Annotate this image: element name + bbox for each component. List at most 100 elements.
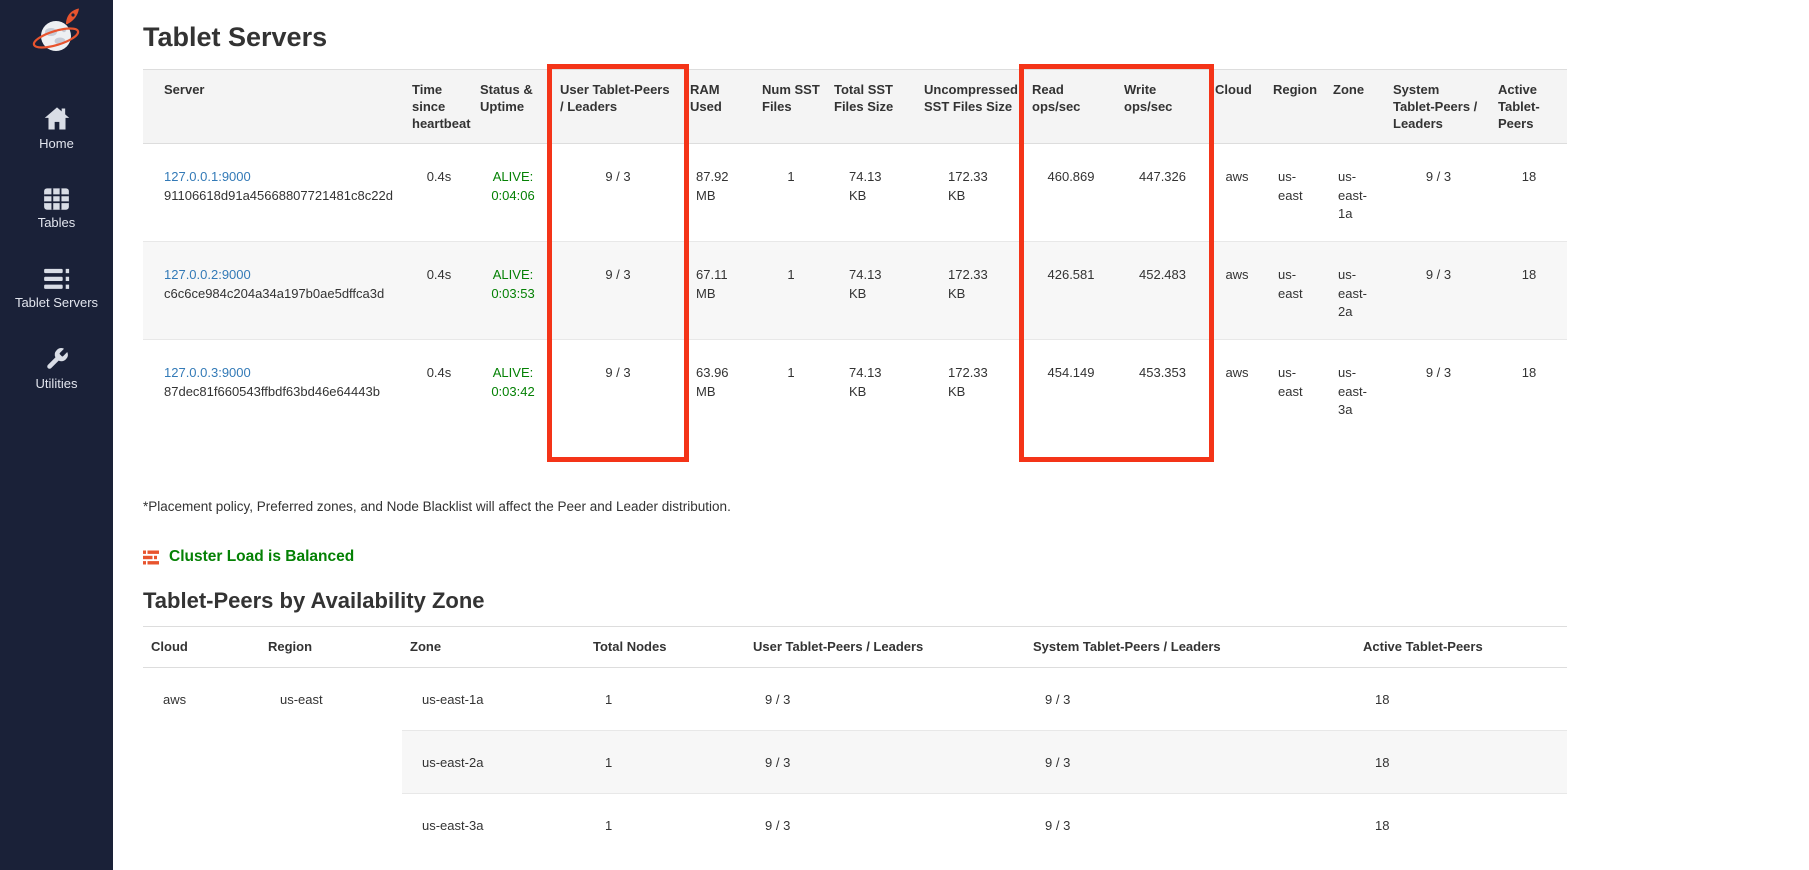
- col-header-region: Region: [260, 627, 402, 668]
- servers-table-header-row: Server Time since heartbeat Status & Upt…: [143, 70, 1567, 144]
- cell-system-peers: 9 / 3: [1386, 241, 1491, 339]
- cell-active-peers: 18: [1491, 241, 1567, 339]
- cell-user-peers: 9 / 3: [745, 730, 1025, 793]
- sidebar-item-label: Home: [39, 137, 74, 151]
- zone-value: us-east-2a: [1338, 266, 1374, 323]
- cell-region: us-east: [1266, 143, 1326, 241]
- server-uuid: 87dec81f660543ffbdf63bd46e64443b: [164, 383, 400, 402]
- az-section-title: Tablet-Peers by Availability Zone: [143, 588, 1809, 614]
- server-link[interactable]: 127.0.0.1:9000: [164, 168, 400, 187]
- cell-active-peers: 18: [1491, 143, 1567, 241]
- home-icon: [43, 106, 71, 132]
- sidebar-item-home[interactable]: Home: [0, 106, 113, 151]
- server-uuid: 91106618d91a45668807721481c8c22d: [164, 187, 400, 206]
- cell-read-ops: 454.149: [1025, 339, 1117, 437]
- cell-active-peers: 18: [1355, 667, 1567, 730]
- cell-active-peers: 18: [1355, 793, 1567, 856]
- sidebar-item-label: Tables: [38, 216, 76, 230]
- az-table-wrap: Cloud Region Zone Total Nodes User Table…: [143, 626, 1567, 856]
- col-header-uncompressed-sst: Uncompressed SST Files Size: [917, 70, 1025, 144]
- sidebar-item-label: Utilities: [36, 377, 78, 391]
- zone-value: us-east-1a: [1338, 168, 1374, 225]
- col-header-total-sst: Total SST Files Size: [827, 70, 917, 144]
- server-row: 127.0.0.3:9000 87dec81f660543ffbdf63bd46…: [143, 339, 1567, 437]
- total-sst-value: 74.13 KB: [849, 266, 895, 304]
- ram-value: 67.11 MB: [696, 266, 742, 304]
- server-row: 127.0.0.1:9000 91106618d91a4566880772148…: [143, 143, 1567, 241]
- cell-heartbeat: 0.4s: [405, 143, 473, 241]
- uncompressed-sst-value: 172.33 KB: [948, 364, 994, 402]
- col-header-cloud: Cloud: [143, 627, 260, 668]
- col-header-ram: RAM Used: [683, 70, 755, 144]
- cell-system-peers: 9 / 3: [1025, 667, 1355, 730]
- server-link[interactable]: 127.0.0.2:9000: [164, 266, 400, 285]
- cell-total-nodes: 1: [585, 730, 745, 793]
- ram-value: 63.96 MB: [696, 364, 742, 402]
- cell-system-peers: 9 / 3: [1386, 339, 1491, 437]
- cell-write-ops: 452.483: [1117, 241, 1208, 339]
- status-alive: ALIVE:: [480, 168, 546, 187]
- sidebar-item-tablet-servers[interactable]: Tablet Servers: [0, 267, 113, 310]
- col-header-user-peers: User Tablet-Peers / Leaders: [553, 70, 683, 144]
- total-sst-value: 74.13 KB: [849, 364, 895, 402]
- page-title: Tablet Servers: [143, 22, 1809, 53]
- cell-region: us-east: [1266, 339, 1326, 437]
- cell-cloud: aws: [143, 667, 260, 856]
- cell-write-ops: 453.353: [1117, 339, 1208, 437]
- cell-status-uptime: ALIVE: 0:03:42: [473, 339, 553, 437]
- servers-table-wrap: Server Time since heartbeat Status & Upt…: [143, 69, 1567, 437]
- col-header-total-nodes: Total Nodes: [585, 627, 745, 668]
- cell-region: us-east: [260, 667, 402, 856]
- region-value: us-east: [1278, 168, 1314, 206]
- tablet-servers-table: Server Time since heartbeat Status & Upt…: [143, 69, 1567, 437]
- cell-uncompressed-sst: 172.33 KB: [917, 339, 1025, 437]
- cell-read-ops: 426.581: [1025, 241, 1117, 339]
- sidebar-item-tables[interactable]: Tables: [0, 187, 113, 230]
- col-header-status-uptime: Status & Uptime: [473, 70, 553, 144]
- main-content: Tablet Servers Server Time since heartbe…: [113, 0, 1809, 856]
- col-header-zone: Zone: [402, 627, 585, 668]
- cell-zone: us-east-3a: [402, 793, 585, 856]
- col-header-server: Server: [143, 70, 405, 144]
- region-value: us-east: [1278, 364, 1314, 402]
- cell-user-peers: 9 / 3: [745, 793, 1025, 856]
- cell-active-peers: 18: [1355, 730, 1567, 793]
- cell-server: 127.0.0.3:9000 87dec81f660543ffbdf63bd46…: [143, 339, 405, 437]
- col-header-read-ops: Read ops/sec: [1025, 70, 1117, 144]
- cell-total-sst: 74.13 KB: [827, 143, 917, 241]
- server-link[interactable]: 127.0.0.3:9000: [164, 364, 400, 383]
- cell-user-peers: 9 / 3: [745, 667, 1025, 730]
- utilities-icon: [44, 346, 70, 372]
- status-uptime: 0:04:06: [480, 187, 546, 206]
- cell-uncompressed-sst: 172.33 KB: [917, 241, 1025, 339]
- ram-value: 87.92 MB: [696, 168, 742, 206]
- cell-write-ops: 447.326: [1117, 143, 1208, 241]
- cell-server: 127.0.0.2:9000 c6c6ce984c204a34a197b0ae5…: [143, 241, 405, 339]
- cell-system-peers: 9 / 3: [1386, 143, 1491, 241]
- uncompressed-sst-value: 172.33 KB: [948, 266, 994, 304]
- cell-user-peers: 9 / 3: [553, 143, 683, 241]
- cluster-balance-status: Cluster Load is Balanced: [143, 548, 1809, 566]
- cell-cloud: aws: [1208, 339, 1266, 437]
- tables-icon: [43, 187, 70, 211]
- col-header-active-peers: Active Tablet-Peers: [1491, 70, 1567, 144]
- status-uptime: 0:03:53: [480, 285, 546, 304]
- col-header-heartbeat: Time since heartbeat: [405, 70, 473, 144]
- cell-total-sst: 74.13 KB: [827, 339, 917, 437]
- cell-user-peers: 9 / 3: [553, 339, 683, 437]
- col-header-system-peers: System Tablet-Peers / Leaders: [1386, 70, 1491, 144]
- load-balance-icon: [143, 550, 159, 565]
- placement-footnote: *Placement policy, Preferred zones, and …: [143, 499, 1809, 514]
- cell-zone: us-east-1a: [402, 667, 585, 730]
- col-header-write-ops: Write ops/sec: [1117, 70, 1208, 144]
- sidebar-item-utilities[interactable]: Utilities: [0, 346, 113, 391]
- server-uuid: c6c6ce984c204a34a197b0ae5dffca3d: [164, 285, 400, 304]
- cell-zone: us-east-3a: [1326, 339, 1386, 437]
- az-table-header-row: Cloud Region Zone Total Nodes User Table…: [143, 627, 1567, 668]
- cell-ram: 67.11 MB: [683, 241, 755, 339]
- sidebar-item-label: Tablet Servers: [15, 296, 98, 310]
- cell-heartbeat: 0.4s: [405, 241, 473, 339]
- cell-cloud: aws: [1208, 143, 1266, 241]
- yugabyte-logo[interactable]: [31, 7, 83, 64]
- cell-server: 127.0.0.1:9000 91106618d91a4566880772148…: [143, 143, 405, 241]
